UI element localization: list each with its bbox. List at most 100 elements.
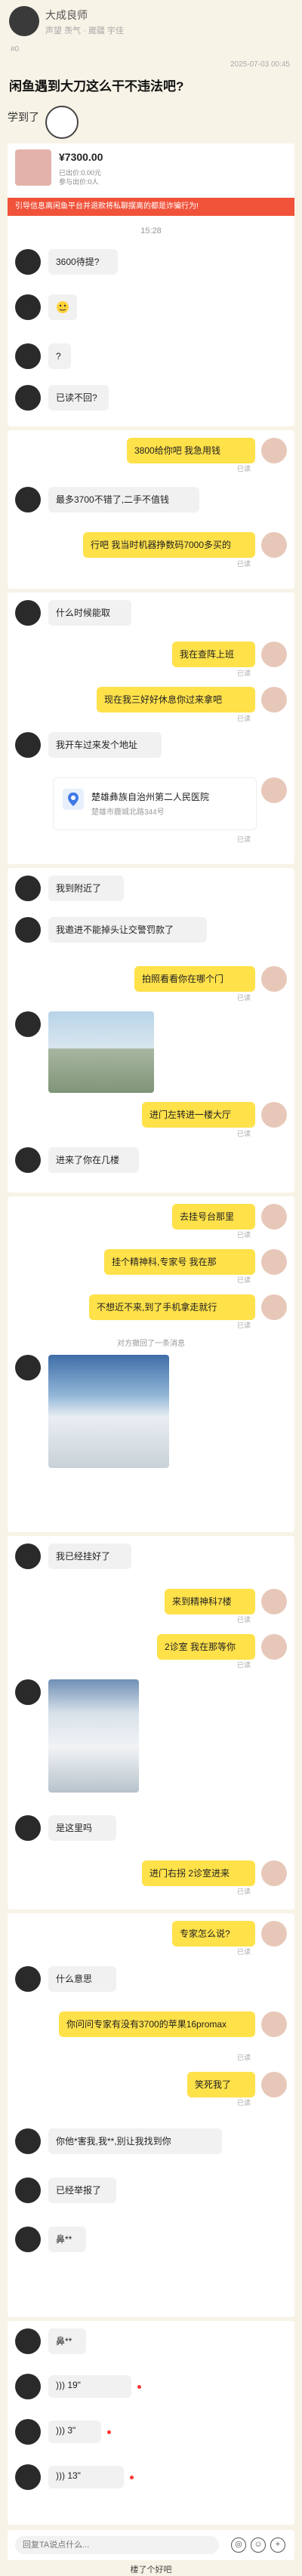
read-status: 已读 xyxy=(237,1322,251,1329)
emoji-icon[interactable]: ☺ xyxy=(251,2538,266,2553)
buyer-avatar xyxy=(15,1815,41,1841)
seller-avatar xyxy=(261,687,287,712)
reply-input[interactable] xyxy=(15,2536,219,2554)
message-right: 你问问专家有没有3700的苹果16promax xyxy=(59,2011,255,2037)
message-right: 现在我三好好休息你过来拿吧 xyxy=(97,687,255,712)
buyer-avatar xyxy=(15,294,41,320)
seller-avatar xyxy=(261,642,287,667)
seller-avatar xyxy=(261,1860,287,1886)
voice-duration: 19" xyxy=(67,2380,81,2390)
message-left: 我到附近了 xyxy=(48,876,124,901)
seller-avatar xyxy=(261,2072,287,2097)
chat-screenshot-4: 我到附近了 我邀进不能掉头让交警罚款了 拍照看看你在哪个门 已读 进门左转进一楼… xyxy=(8,868,294,1193)
seller-avatar xyxy=(261,1589,287,1614)
seller-avatar xyxy=(261,1204,287,1230)
chat-screenshot-8: 鼻** ))) 19" ))) 3" ))) 13" xyxy=(8,2321,294,2525)
read-status: 已读 xyxy=(237,465,251,472)
message-right: 进门右拐 2诊室进来 xyxy=(142,1860,255,1886)
buyer-avatar xyxy=(15,876,41,901)
post-header: 大成良师 声望 羡气 · 崴疆 宇佳 #0 xyxy=(0,0,302,59)
message-left: 已读不回? xyxy=(48,385,109,411)
location-title: 楚雄彝族自治州第二人民医院 xyxy=(91,792,210,802)
location-pin-icon xyxy=(68,792,79,806)
message-right: 进门左转进一楼大厅 xyxy=(142,1102,255,1128)
seller-avatar xyxy=(261,532,287,558)
read-status: 已读 xyxy=(237,1231,251,1239)
voice-icon[interactable]: ◎ xyxy=(231,2538,246,2553)
buyer-avatar xyxy=(15,1679,41,1705)
voice-message[interactable]: ))) 19" xyxy=(48,2375,131,2398)
message-right: 拍照看看你在哪个门 xyxy=(134,966,255,992)
author-avatar[interactable] xyxy=(9,6,39,36)
read-status: 已读 xyxy=(237,2099,251,2107)
message-left: 鼻** xyxy=(48,2227,86,2252)
message-left: 已经举报了 xyxy=(48,2177,116,2203)
voice-wave-icon: ))) xyxy=(56,2425,68,2436)
seller-avatar xyxy=(261,2011,287,2037)
plus-icon[interactable]: + xyxy=(270,2538,285,2553)
chat-screenshot-7: 专家怎么说? 已读 什么意思 你问问专家有没有3700的苹果16promax 已… xyxy=(8,1913,294,2317)
post-number: #0 xyxy=(11,45,20,54)
voice-message[interactable]: ))) 3" xyxy=(48,2421,101,2443)
buyer-avatar xyxy=(15,1147,41,1173)
voice-message[interactable]: ))) 13" xyxy=(48,2466,124,2488)
message-left: 什么时候能取 xyxy=(48,600,131,626)
voice-duration: 3" xyxy=(67,2425,76,2436)
item-bidders: 参与出价:0人 xyxy=(59,178,99,186)
seller-avatar xyxy=(261,1634,287,1660)
sticker-face-icon xyxy=(45,106,79,139)
emoji-message xyxy=(48,294,77,320)
reply-bar: ◎ ☺ + xyxy=(8,2530,294,2560)
photo-message[interactable] xyxy=(48,1679,139,1793)
seller-avatar xyxy=(261,1102,287,1128)
item-price: ¥7300.00 xyxy=(59,151,103,163)
buyer-avatar xyxy=(15,487,41,512)
chat-screenshot-3: 什么时候能取 我在查阵上班 已读 现在我三好好休息你过来拿吧 已读 我开车过来发… xyxy=(8,592,294,864)
voice-duration: 13" xyxy=(67,2470,81,2481)
photo-message[interactable] xyxy=(48,1011,154,1093)
message-left: ? xyxy=(48,343,71,369)
read-status: 已读 xyxy=(237,2054,251,2061)
message-left: 是这里吗 xyxy=(48,1815,116,1841)
item-card[interactable]: ¥7300.00 已出价:0.00元 参与出价:0人 xyxy=(8,143,294,196)
unread-dot xyxy=(137,2385,141,2389)
buyer-avatar xyxy=(15,732,41,758)
message-left: 鼻** xyxy=(48,2328,86,2354)
chat-screenshot-2: 3800给你吧 我急用钱 已读 最多3700不错了,二手不值钱 行吧 我当时机器… xyxy=(8,430,294,589)
buyer-avatar xyxy=(15,1355,41,1380)
sticker-text: 学到了 xyxy=(8,111,39,123)
buyer-avatar xyxy=(15,2227,41,2252)
message-right: 专家怎么说? xyxy=(172,1921,255,1947)
chat-time: 15:28 xyxy=(140,226,162,235)
seller-avatar xyxy=(261,1921,287,1947)
read-status: 已读 xyxy=(237,1276,251,1284)
message-left: 什么意思 xyxy=(48,1966,116,1992)
seller-avatar xyxy=(261,777,287,803)
buyer-avatar xyxy=(15,2374,41,2399)
bottom-caption: 楼了个好吧 xyxy=(130,2565,172,2574)
read-status: 已读 xyxy=(237,994,251,1002)
message-right: 笑死我了 xyxy=(187,2072,255,2097)
buyer-avatar xyxy=(15,385,41,411)
emoji-icon xyxy=(57,301,69,313)
fraud-warning: 引导信息离闲鱼平台并退款将私聊摆离的都是诈骗行为! xyxy=(8,198,294,216)
buyer-avatar xyxy=(15,2177,41,2203)
voice-wave-icon: ))) xyxy=(56,2380,68,2390)
message-right: 行吧 我当时机器挣数码7000多买的 xyxy=(83,532,255,558)
message-left: 我开车过来发个地址 xyxy=(48,732,162,758)
buyer-avatar xyxy=(15,1011,41,1037)
message-left: 我邀进不能掉头让交警罚款了 xyxy=(48,917,207,943)
message-right: 2诊室 我在那等你 xyxy=(157,1634,255,1660)
message-left: 3600待提? xyxy=(48,249,118,275)
message-right: 3800给你吧 我急用钱 xyxy=(127,438,255,463)
item-thumbnail xyxy=(15,149,51,186)
message-right: 挂个精神科,专家号 我在那 xyxy=(104,1249,255,1275)
location-card[interactable]: 楚雄彝族自治州第二人民医院 楚雄市鹿城北路344号 xyxy=(53,777,257,830)
buyer-avatar xyxy=(15,2419,41,2445)
message-right: 来到精神科7楼 xyxy=(165,1589,255,1614)
buyer-avatar xyxy=(15,2464,41,2490)
photo-message[interactable] xyxy=(48,1355,169,1468)
author-name[interactable]: 大成良师 xyxy=(45,8,88,23)
unread-dot xyxy=(107,2430,111,2434)
message-left: 进来了你在几楼 xyxy=(48,1147,139,1173)
